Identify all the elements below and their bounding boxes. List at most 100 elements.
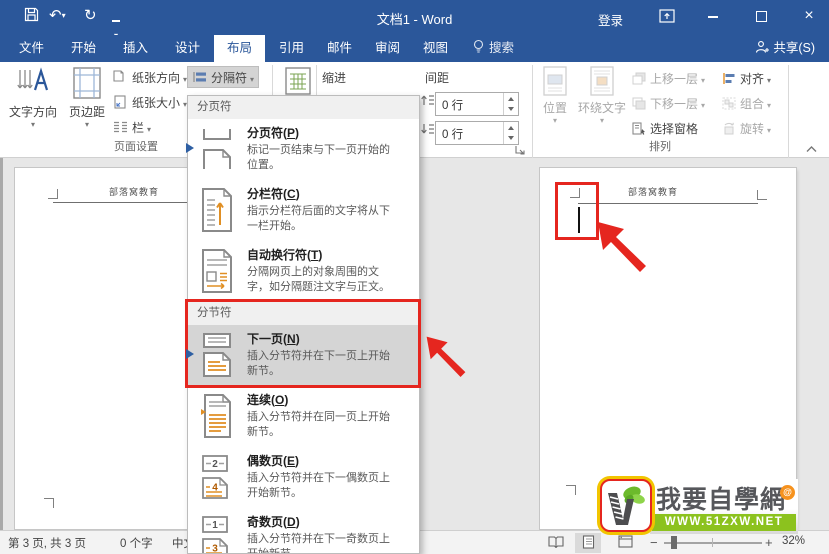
position-label: 位置: [542, 101, 567, 115]
read-mode-button[interactable]: [543, 533, 569, 553]
align-button[interactable]: 对齐 ▾: [722, 68, 771, 90]
menu-item-title: 分栏符C: [247, 187, 399, 201]
tab-home[interactable]: 开始: [58, 35, 109, 62]
selection-pane-icon: [632, 122, 645, 135]
menu-item-text-wrapping-break[interactable]: 自动换行符T 分隔网页上的对象周围的文字，如分隔题注文字与正文。: [188, 241, 419, 302]
orientation-button[interactable]: 纸张方向 ▾: [113, 67, 187, 89]
chevron-down-icon: ▾: [599, 116, 604, 125]
tab-insert[interactable]: 插入: [110, 35, 161, 62]
zoom-out-button[interactable]: −: [650, 535, 658, 550]
print-layout-button[interactable]: [575, 533, 601, 553]
position-icon: [543, 66, 567, 96]
annotation-box-cursor: [555, 182, 599, 240]
wrap-text-icon: [590, 66, 614, 96]
lightbulb-icon: [473, 39, 484, 53]
spacing-before-stepper[interactable]: [503, 93, 518, 115]
maximize-button[interactable]: [748, 6, 774, 26]
watermark-badge: @: [780, 485, 795, 500]
margins-button[interactable]: 页边距 ▾: [64, 66, 110, 129]
menu-item-desc: 插入分节符并在下一偶数页上开始新节。: [247, 472, 390, 499]
watermark-url: WWW.51ZXW.NET: [652, 514, 796, 531]
tab-file[interactable]: 文件: [6, 35, 57, 62]
selection-pane-button[interactable]: 选择窗格: [632, 118, 698, 140]
spin-down-icon[interactable]: [508, 107, 514, 111]
ribbon-tab-bar: 文件 开始 插入 设计 布局 引用 邮件 审阅 视图 搜索 共享(S): [0, 35, 829, 62]
menu-item-desc: 指示分栏符后面的文字将从下一栏开始。: [247, 205, 390, 232]
text-direction-icon: [17, 67, 49, 91]
51zxw-watermark: 我要自學網 @ WWW.51ZXW.NET: [600, 477, 799, 535]
align-icon: [723, 73, 735, 84]
breaks-icon: [193, 72, 206, 82]
rotate-button: 旋转 ▾: [722, 118, 771, 140]
even-page-break-icon: 24: [197, 454, 237, 500]
word-count-status[interactable]: 0 个字: [120, 535, 153, 551]
spacing-before-value: 0 行: [442, 100, 464, 112]
spacing-after-input[interactable]: 0 行: [435, 121, 519, 145]
chevron-down-icon: ▾: [767, 101, 772, 110]
text-direction-button[interactable]: 文字方向 ▾: [4, 66, 62, 129]
tell-me-search[interactable]: 搜索: [472, 35, 514, 62]
page-break-icon: [197, 126, 237, 172]
spacing-after-stepper[interactable]: [503, 122, 518, 144]
menu-item-continuous[interactable]: 连续O 插入分节符并在同一页上开始新节。: [188, 386, 419, 447]
zoom-slider-thumb[interactable]: [671, 536, 677, 549]
maximize-icon: [755, 11, 767, 22]
tab-view[interactable]: 视图: [410, 35, 461, 62]
send-backward-label: 下移一层: [650, 97, 699, 111]
text-direction-label: 文字方向: [8, 105, 57, 119]
spin-up-icon[interactable]: [508, 97, 514, 101]
page-number-status[interactable]: 第 3 页, 共 3 页: [8, 535, 86, 551]
indent-label: 缩进: [322, 71, 347, 85]
tab-references[interactable]: 引用: [266, 35, 317, 62]
selection-pane-label: 选择窗格: [650, 122, 699, 136]
menu-item-page-break[interactable]: 分页符P 标记一页结束与下一页开始的位置。: [188, 119, 419, 180]
paper-size-button[interactable]: 纸张大小 ▾: [113, 92, 187, 114]
collapse-ribbon-button[interactable]: [801, 140, 821, 157]
close-button[interactable]: ×: [796, 6, 822, 26]
tab-layout[interactable]: 布局: [214, 35, 266, 62]
menu-item-desc: 标记一页结束与下一页开始的位置。: [247, 144, 390, 171]
svg-text:1: 1: [212, 520, 218, 531]
dialog-launcher-icon: [515, 146, 525, 155]
51zxw-logo: [600, 479, 652, 532]
ribbon-display-options-button[interactable]: [659, 9, 675, 28]
word-window: ↶▾ ↻ ▾ 文档1 - Word 登录 × 文件 开始 插入 设计 布局 引用…: [0, 0, 829, 554]
menu-item-even-page[interactable]: 24 偶数页E 插入分节符并在下一偶数页上开始新节。: [188, 447, 419, 508]
spin-down-icon[interactable]: [508, 136, 514, 140]
share-button[interactable]: 共享(S): [755, 35, 815, 62]
send-backward-icon: [632, 97, 646, 110]
annotation-arrow-cursor: [598, 222, 646, 272]
chevron-down-icon: ▾: [30, 120, 35, 129]
orientation-icon: [113, 70, 124, 82]
web-layout-icon: [617, 535, 633, 548]
menu-item-title: 偶数页E: [247, 454, 399, 468]
bring-forward-icon: [632, 72, 646, 85]
bring-forward-button: 上移一层 ▾: [632, 68, 705, 90]
menu-item-odd-page[interactable]: 13 奇数页D 插入分节符并在下一奇数页上开始新节。: [188, 508, 419, 553]
signin-button[interactable]: 登录: [598, 10, 623, 29]
zoom-slider-track[interactable]: [664, 542, 762, 544]
tab-mailings[interactable]: 邮件: [314, 35, 365, 62]
tab-design[interactable]: 设计: [162, 35, 213, 62]
zoom-level[interactable]: 32%: [782, 535, 805, 547]
spin-up-icon[interactable]: [508, 126, 514, 130]
chevron-down-icon: ▾: [767, 126, 772, 135]
zoom-in-button[interactable]: +: [765, 535, 773, 550]
group-label-arrange: 排列: [649, 141, 671, 153]
spacing-after-icon: [421, 124, 434, 134]
grid-settings-icon: [285, 67, 311, 95]
menu-item-column-break[interactable]: 分栏符C 指示分栏符后面的文字将从下一栏开始。: [188, 180, 419, 241]
breaks-label: 分隔符: [211, 71, 248, 85]
annotation-arrow-menu: [426, 336, 466, 377]
search-label: 搜索: [489, 41, 515, 55]
columns-label: 栏: [132, 121, 145, 135]
web-layout-button[interactable]: [612, 533, 638, 553]
spacing-before-input[interactable]: 0 行: [435, 92, 519, 116]
tab-review[interactable]: 审阅: [362, 35, 413, 62]
rotate-label: 旋转: [740, 122, 765, 136]
menu-item-desc: 插入分节符并在同一页上开始新节。: [247, 411, 390, 438]
spacing-before-row: 0 行: [421, 92, 519, 117]
breaks-button[interactable]: 分隔符 ▾: [187, 66, 260, 88]
minimize-button[interactable]: [700, 6, 726, 26]
columns-button[interactable]: 栏 ▾: [113, 117, 151, 139]
